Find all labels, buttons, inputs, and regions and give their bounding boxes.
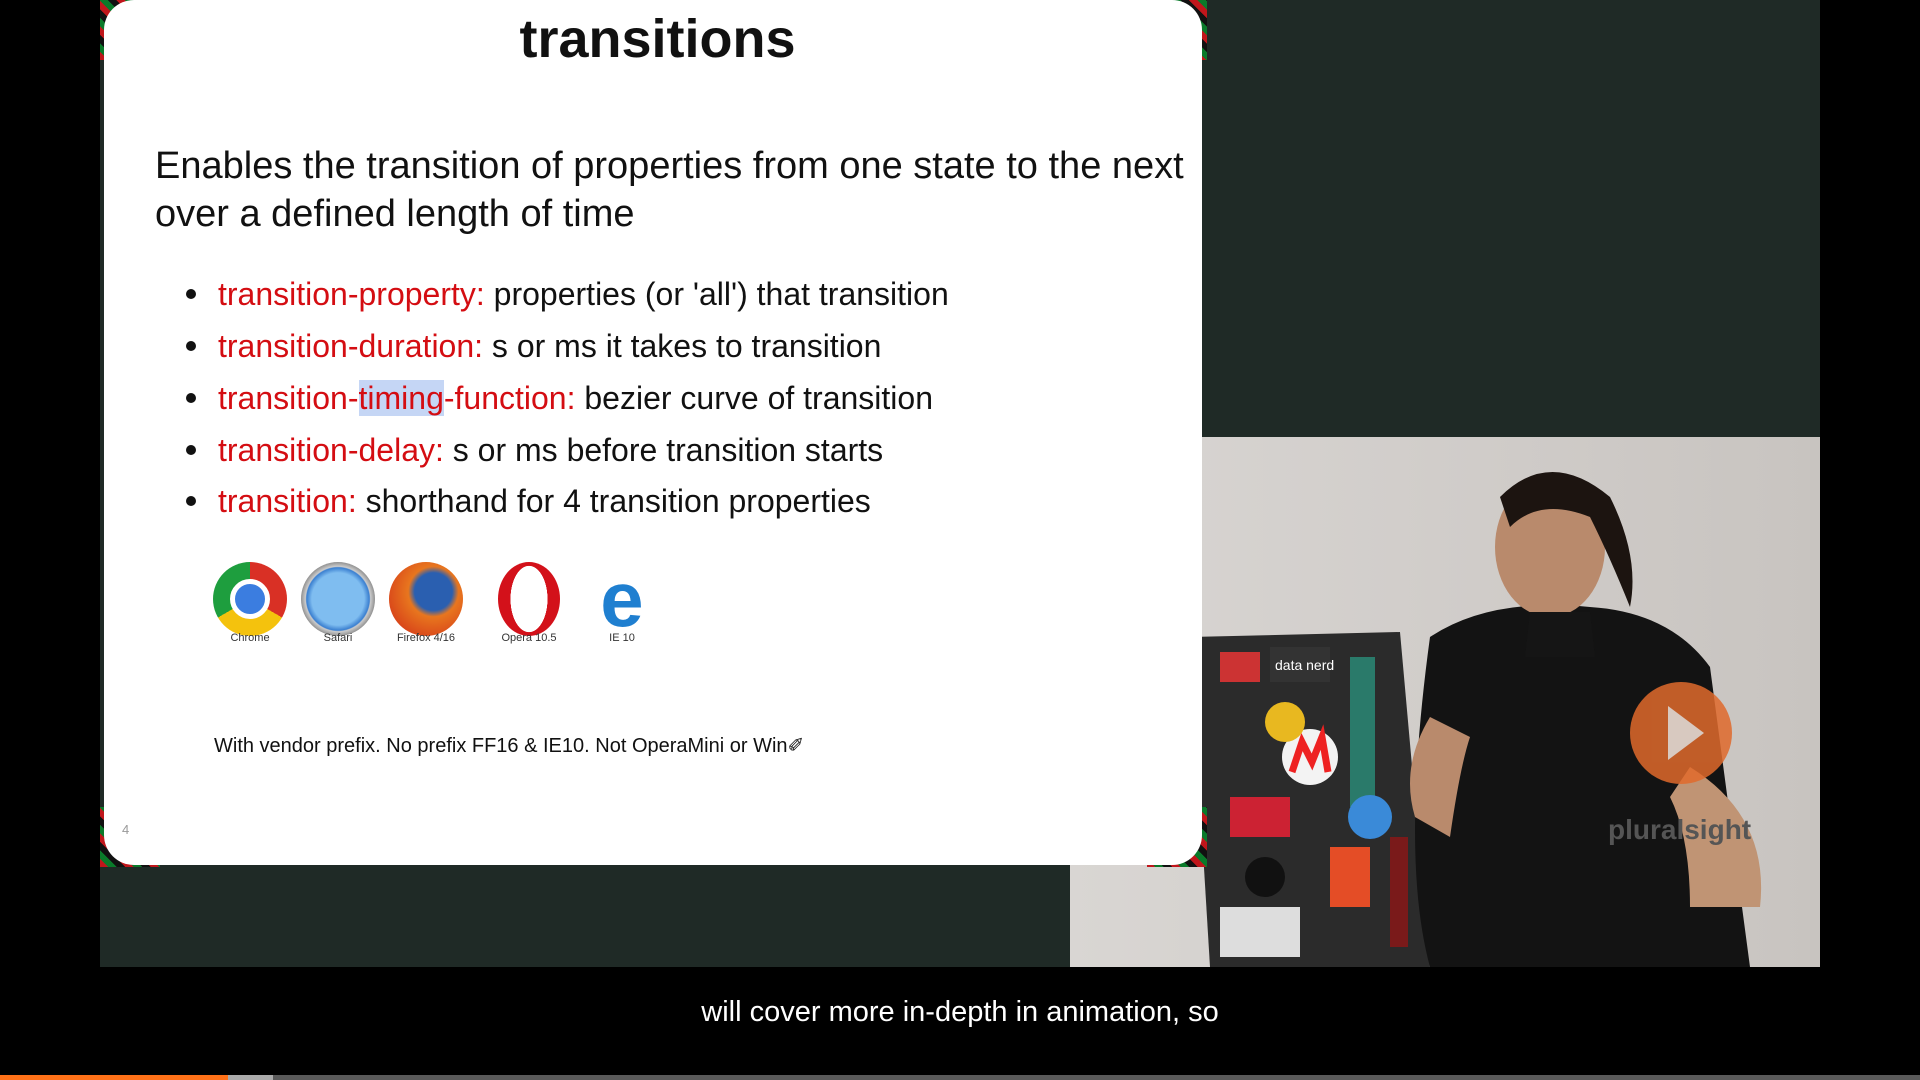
bullet-desc: properties (or 'all') that transition <box>484 276 949 312</box>
slide-footnote: With vendor prefix. No prefix FF16 & IE1… <box>214 735 805 757</box>
caption-text: will cover more in-depth in animation, s… <box>701 996 1219 1028</box>
bullet-desc: shorthand for 4 transition properties <box>356 483 871 519</box>
browser-label: Safari <box>323 632 353 644</box>
bullet-dot <box>186 495 196 506</box>
bullet-desc: bezier curve of transition <box>575 380 933 416</box>
laptop: data nerd <box>1190 632 1430 967</box>
bullet-desc: s or ms it takes to transition <box>483 328 882 364</box>
browser-chrome: Chrome <box>213 562 287 644</box>
slide: transitions Enables the transition of pr… <box>100 0 1207 867</box>
browser-label: Firefox 4/16 <box>396 632 456 644</box>
progress-played <box>0 1075 229 1080</box>
bullet-dot <box>186 392 196 403</box>
bullet-term: transition-timing-function: <box>218 380 575 416</box>
bullet-item: transition-timing-function: bezier curve… <box>186 380 933 417</box>
pluralsight-logo-icon <box>1630 682 1732 784</box>
bullet-term: transition: <box>218 483 357 519</box>
pluralsight-wordmark: pluralsight <box>1608 814 1752 845</box>
safari-icon <box>301 562 375 636</box>
ie-icon: e <box>600 555 644 643</box>
browser-ie: e IE 10 <box>585 555 659 644</box>
bullet-item: transition-property: properties (or 'all… <box>186 276 949 313</box>
bullet-term-part: -function: <box>443 380 576 416</box>
bullet-item: transition-duration: s or ms it takes to… <box>186 328 881 365</box>
bullet-dot <box>186 444 196 455</box>
browser-opera: Opera 10.5 <box>492 562 566 644</box>
bullet-desc: s or ms before transition starts <box>443 432 884 468</box>
firefox-icon <box>389 562 463 636</box>
video-frame[interactable]: data nerd pluralsight transitions Enable… <box>100 0 1820 967</box>
text-selection-highlight: timing <box>358 380 444 416</box>
slide-title: transitions <box>519 9 796 69</box>
slide-page-number: 4 <box>122 822 130 837</box>
bullet-dot <box>186 288 196 299</box>
browser-label: Opera 10.5 <box>501 632 557 644</box>
browser-label: IE 10 <box>609 632 635 644</box>
bullet-item: transition: shorthand for 4 transition p… <box>186 483 871 520</box>
play-icon <box>1668 706 1704 760</box>
slide-intro: Enables the transition of properties fro… <box>155 145 1184 235</box>
bullet-term: transition-delay: <box>218 432 444 468</box>
svg-text:data nerd: data nerd <box>1275 657 1334 673</box>
video-player[interactable]: data nerd pluralsight transitions Enable… <box>0 0 1920 1080</box>
bullet-item: transition-delay: s or ms before transit… <box>186 432 883 469</box>
bullet-term: transition-property: <box>218 276 485 312</box>
browser-safari: Safari <box>301 562 375 644</box>
progress-bar[interactable] <box>0 1075 1920 1080</box>
bullet-dot <box>186 340 196 351</box>
bullet-term: transition-duration: <box>218 328 484 364</box>
opera-icon <box>498 562 560 636</box>
bullet-term-part: transition- <box>218 380 359 416</box>
browser-firefox: Firefox 4/16 <box>389 562 463 644</box>
chrome-icon <box>213 562 287 636</box>
browser-label: Chrome <box>230 632 270 644</box>
slide-body: transitions Enables the transition of pr… <box>104 0 1202 865</box>
